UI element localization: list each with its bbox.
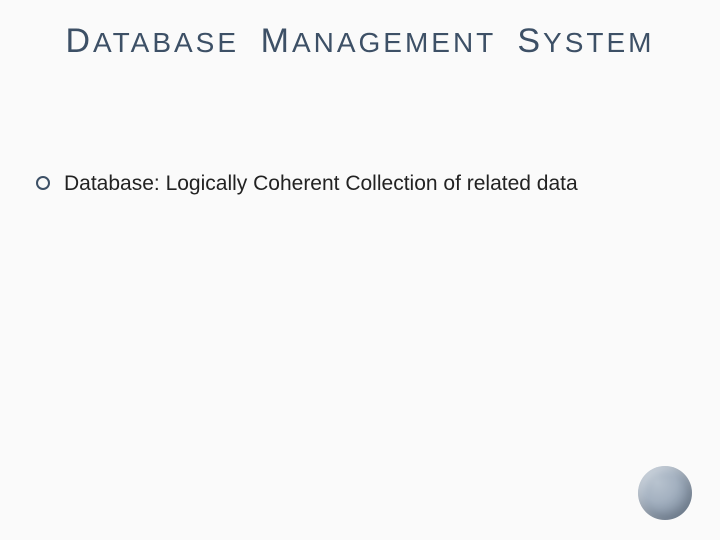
slide: DATABASE MANAGEMENT SYSTEM Database: Log…: [0, 0, 720, 540]
title-word-0-rest: ATABASE: [93, 27, 239, 58]
bullet-text: Database: Logically Coherent Collection …: [64, 170, 578, 197]
bullet-icon: [36, 176, 50, 190]
title-word-1-rest: ANAGEMENT: [292, 27, 496, 58]
decorative-sphere-icon: [638, 466, 692, 520]
title-word-2-first: S: [517, 22, 543, 60]
title-word-0-first: D: [65, 22, 93, 60]
list-item: Database: Logically Coherent Collection …: [36, 170, 684, 197]
slide-content: Database: Logically Coherent Collection …: [36, 170, 684, 197]
title-word-2-rest: YSTEM: [543, 27, 654, 58]
title-word-1-first: M: [261, 22, 292, 60]
slide-title: DATABASE MANAGEMENT SYSTEM: [0, 22, 720, 61]
